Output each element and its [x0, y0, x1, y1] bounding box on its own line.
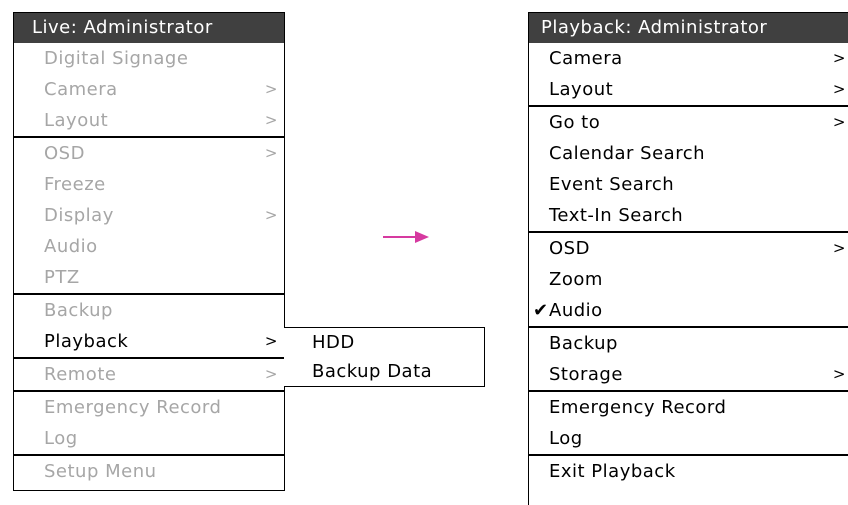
- live-menu-section: Remote >: [14, 357, 284, 390]
- live-item-label: PTZ: [44, 267, 80, 288]
- live-menu-section: Digital Signage Camera > Layout >: [14, 43, 284, 136]
- live-menu-title: Live: Administrator: [14, 13, 284, 43]
- playback-menu-section: Backup Storage >: [529, 326, 848, 390]
- playback-item-label: Layout: [549, 79, 614, 100]
- playback-item-osd[interactable]: OSD >: [529, 233, 848, 264]
- checkmark-icon: ✔: [533, 300, 549, 321]
- live-menu-section: Backup Playback >: [14, 293, 284, 357]
- live-item-freeze: Freeze: [14, 169, 284, 200]
- live-item-osd: OSD >: [14, 138, 284, 169]
- live-item-camera: Camera >: [14, 74, 284, 105]
- live-item-label: Setup Menu: [44, 461, 157, 482]
- playback-item-log[interactable]: Log: [529, 423, 848, 454]
- chevron-right-icon: >: [264, 206, 278, 224]
- playback-submenu: HDD Backup Data: [284, 327, 485, 387]
- playback-item-label: Zoom: [549, 269, 603, 290]
- playback-menu-title: Playback: Administrator: [529, 13, 848, 43]
- chevron-right-icon: >: [832, 239, 846, 257]
- live-item-emergency-record: Emergency Record: [14, 392, 284, 423]
- live-item-digital-signage: Digital Signage: [14, 43, 284, 74]
- live-item-remote: Remote >: [14, 359, 284, 390]
- playback-item-layout[interactable]: Layout >: [529, 74, 848, 105]
- playback-item-camera[interactable]: Camera >: [529, 43, 848, 74]
- live-item-layout: Layout >: [14, 105, 284, 136]
- chevron-right-icon: >: [832, 113, 846, 131]
- playback-menu-section: Camera > Layout >: [529, 43, 848, 105]
- playback-menu-section: OSD > Zoom ✔ Audio: [529, 231, 848, 326]
- playback-item-label: Storage: [549, 364, 623, 385]
- chevron-right-icon: >: [832, 365, 846, 383]
- chevron-right-icon: >: [264, 365, 278, 383]
- chevron-right-icon: >: [264, 332, 278, 350]
- playback-menu: Playback: Administrator Camera > Layout > Go…: [528, 12, 848, 505]
- playback-item-calendar-search[interactable]: Calendar Search: [529, 138, 848, 169]
- live-item-label: OSD: [44, 143, 85, 164]
- live-menu: Live: Administrator Digital Signage Camer…: [13, 12, 285, 491]
- live-item-label: Freeze: [44, 174, 106, 195]
- submenu-item-backup-data[interactable]: Backup Data: [284, 357, 484, 386]
- chevron-right-icon: >: [264, 80, 278, 98]
- playback-item-label: Camera: [549, 48, 623, 69]
- playback-item-label: Calendar Search: [549, 143, 705, 164]
- live-item-label: Display: [44, 205, 114, 226]
- live-item-label: Playback: [44, 331, 129, 352]
- live-item-label: Remote: [44, 364, 117, 385]
- live-menu-section: OSD > Freeze Display > Audio PTZ: [14, 136, 284, 293]
- live-item-display: Display >: [14, 200, 284, 231]
- playback-item-zoom[interactable]: Zoom: [529, 264, 848, 295]
- live-item-label: Layout: [44, 110, 109, 131]
- playback-item-audio[interactable]: ✔ Audio: [529, 295, 848, 326]
- live-item-label: Digital Signage: [44, 48, 189, 69]
- playback-item-go-to[interactable]: Go to >: [529, 107, 848, 138]
- playback-item-exit-playback[interactable]: Exit Playback: [529, 456, 848, 487]
- playback-item-label: Text-In Search: [549, 205, 684, 226]
- playback-item-label: Go to: [549, 112, 601, 133]
- live-item-label: Emergency Record: [44, 397, 222, 418]
- live-item-ptz: PTZ: [14, 262, 284, 293]
- live-item-label: Backup: [44, 300, 113, 321]
- live-item-label: Audio: [44, 236, 98, 257]
- live-item-label: Camera: [44, 79, 118, 100]
- live-item-backup: Backup: [14, 295, 284, 326]
- playback-item-event-search[interactable]: Event Search: [529, 169, 848, 200]
- playback-item-backup[interactable]: Backup: [529, 328, 848, 359]
- transition-arrow-icon: [383, 231, 429, 243]
- playback-menu-section: Go to > Calendar Search Event Search Text-In…: [529, 105, 848, 231]
- playback-menu-sections: Camera > Layout > Go to > Calendar Search Event…: [529, 43, 848, 487]
- chevron-right-icon: >: [264, 111, 278, 129]
- playback-item-storage[interactable]: Storage >: [529, 359, 848, 390]
- live-item-label: Log: [44, 428, 78, 449]
- playback-item-label: Audio: [549, 300, 603, 321]
- chevron-right-icon: >: [832, 49, 846, 67]
- live-item-audio: Audio: [14, 231, 284, 262]
- live-item-setup-menu: Setup Menu: [14, 456, 284, 487]
- playback-item-label: Exit Playback: [549, 461, 676, 482]
- playback-item-label: Log: [549, 428, 583, 449]
- chevron-right-icon: >: [264, 144, 278, 162]
- submenu-item-hdd[interactable]: HDD: [284, 328, 484, 357]
- playback-item-label: Backup: [549, 333, 618, 354]
- playback-item-text-in-search[interactable]: Text-In Search: [529, 200, 848, 231]
- chevron-right-icon: >: [832, 80, 846, 98]
- live-menu-sections: Digital Signage Camera > Layout > OSD > Freeze D…: [14, 43, 284, 487]
- playback-item-emergency-record[interactable]: Emergency Record: [529, 392, 848, 423]
- live-menu-section: Setup Menu: [14, 454, 284, 487]
- playback-item-label: Event Search: [549, 174, 675, 195]
- playback-menu-section: Exit Playback: [529, 454, 848, 487]
- live-item-playback[interactable]: Playback >: [14, 326, 284, 357]
- playback-item-label: Emergency Record: [549, 397, 727, 418]
- playback-menu-section: Emergency Record Log: [529, 390, 848, 454]
- live-item-log: Log: [14, 423, 284, 454]
- playback-item-label: OSD: [549, 238, 590, 259]
- live-menu-section: Emergency Record Log: [14, 390, 284, 454]
